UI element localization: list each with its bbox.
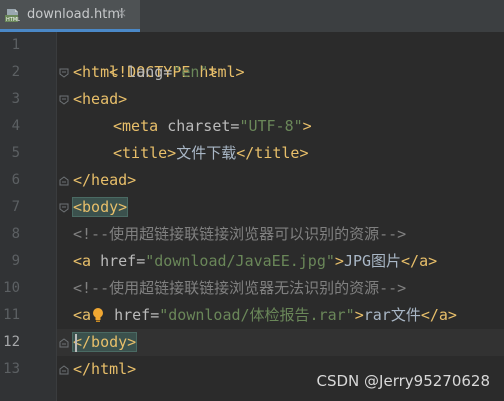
- close-tab-icon[interactable]: ×: [117, 6, 127, 20]
- tag-token: <title>: [113, 144, 177, 162]
- code-line-11: <a href="download/体检报告.rar">rar文件</a>: [73, 302, 457, 329]
- tag-token: <html: [73, 63, 128, 81]
- code-line-3: <head>: [73, 86, 127, 113]
- tag-token: >: [334, 252, 344, 270]
- tag-token: >: [354, 306, 364, 324]
- tag-token: >: [302, 117, 312, 135]
- attribute-token: href=: [100, 252, 146, 270]
- code-line-10: <!--使用超链接联链接浏览器无法识别的资源-->: [73, 275, 406, 302]
- lightbulb-icon[interactable]: [91, 305, 105, 322]
- attribute-token: href=: [105, 306, 160, 324]
- fold-close-icon[interactable]: [59, 338, 69, 348]
- attribute-token: charset=: [167, 117, 240, 135]
- fold-close-icon[interactable]: [59, 365, 69, 375]
- comment-token: <!--使用超链接联链接浏览器可以识别的资源-->: [73, 225, 407, 243]
- tag-token: </title>: [236, 144, 309, 162]
- line-number: 2: [11, 64, 20, 80]
- tag-token: <head>: [73, 90, 128, 108]
- line-number: 6: [11, 172, 20, 188]
- fold-close-icon[interactable]: [59, 176, 69, 186]
- tag-token: <meta: [113, 117, 168, 135]
- code-line-6: </head>: [73, 167, 136, 194]
- text-token: rar文件: [363, 306, 421, 324]
- tag-token: >: [208, 63, 218, 81]
- string-token: "UTF-8": [239, 117, 303, 135]
- string-token: "download/JavaEE.jpg": [145, 252, 335, 270]
- code-line-9: <a href="download/JavaEE.jpg">JPG图片</a>: [73, 248, 437, 275]
- text-caret: [75, 334, 77, 352]
- code-editor[interactable]: <!DOCTYPE html> <html lang="en"> <head> …: [57, 32, 504, 401]
- tab-filename: download.html: [27, 7, 124, 22]
- fold-open-icon[interactable]: [59, 95, 69, 105]
- line-number: 10: [3, 280, 20, 296]
- body-open-tag-highlighted: <body>: [71, 197, 129, 217]
- line-number: 3: [11, 91, 20, 107]
- watermark: CSDN @Jerry95270628: [316, 372, 490, 390]
- attribute-token: lang=: [127, 63, 173, 81]
- code-line-2: <html lang="en">: [73, 59, 218, 86]
- tag-token: <a: [73, 306, 92, 324]
- html-file-icon: HTML: [5, 8, 20, 23]
- tag-token: </html>: [73, 360, 137, 378]
- line-number: 7: [11, 199, 20, 215]
- string-token: "download/体检报告.rar": [159, 306, 355, 324]
- fold-open-icon[interactable]: [59, 203, 69, 213]
- line-number: 5: [11, 145, 20, 161]
- tag-token: </a>: [401, 252, 438, 270]
- line-number: 13: [3, 361, 20, 377]
- code-line-7: <body>: [71, 194, 129, 221]
- svg-text:HTML: HTML: [6, 17, 20, 23]
- tag-token: <a: [73, 252, 101, 270]
- comment-token: <!--使用超链接联链接浏览器无法识别的资源-->: [73, 279, 407, 297]
- code-line-1: <!DOCTYPE html>: [73, 32, 244, 81]
- line-number: 11: [3, 307, 20, 323]
- body-close-tag-highlighted: </body>: [71, 332, 138, 352]
- code-line-4: <meta charset="UTF-8">: [73, 113, 312, 140]
- code-line-8: <!--使用超链接联链接浏览器可以识别的资源-->: [73, 221, 406, 248]
- line-number: 1: [11, 37, 20, 53]
- tab-download-html[interactable]: HTML download.html ×: [0, 0, 140, 32]
- line-number-active: 12: [3, 334, 20, 350]
- tag-token: </a>: [420, 306, 457, 324]
- line-number: 8: [11, 226, 20, 242]
- line-number-gutter: 1 2 3 4 5 6 7 8 9 10 11 12 13: [0, 32, 56, 401]
- tag-token: </head>: [73, 171, 137, 189]
- code-line-12: </body>: [71, 329, 138, 356]
- code-line-13: </html>: [73, 356, 136, 383]
- editor-tab-bar: HTML download.html ×: [0, 0, 504, 32]
- line-number: 9: [11, 253, 20, 269]
- text-token: 文件下载: [176, 144, 237, 162]
- string-token: "en": [172, 63, 209, 81]
- text-token: JPG图片: [343, 252, 402, 270]
- line-number: 4: [11, 118, 20, 134]
- fold-open-icon[interactable]: [59, 68, 69, 78]
- code-line-5: <title>文件下载</title>: [73, 140, 308, 167]
